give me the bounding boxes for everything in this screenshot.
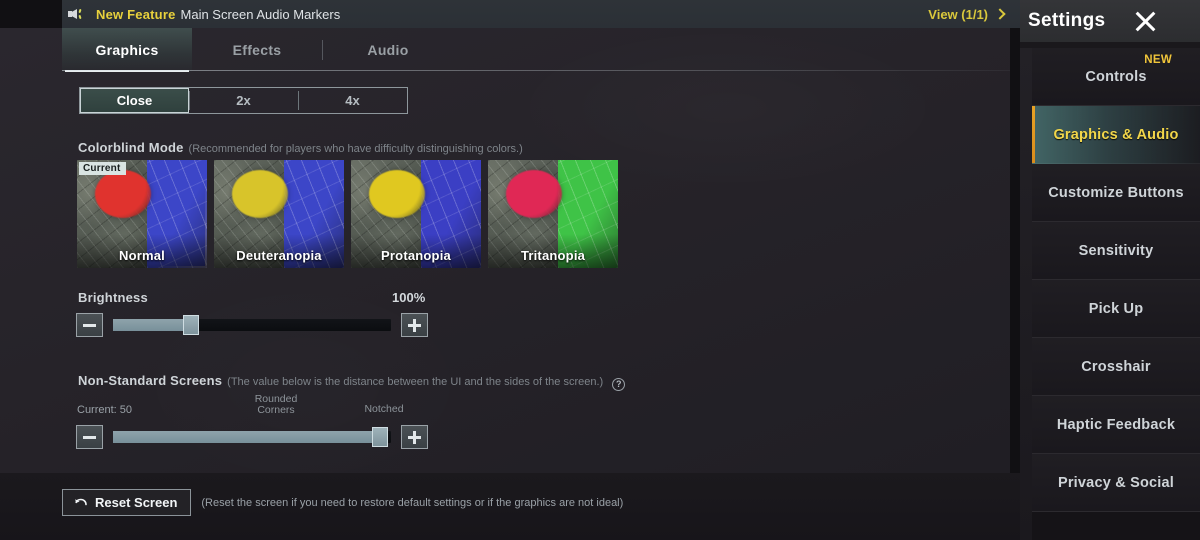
sidebar-item-label: Sensitivity <box>1078 242 1154 259</box>
sidebar-item-customize-buttons[interactable]: Customize Buttons <box>1032 164 1200 222</box>
sidebar-item-pick-up[interactable]: Pick Up <box>1032 280 1200 338</box>
non-standard-right-mark: Notched <box>364 403 404 415</box>
settings-screen: New Feature Main Screen Audio Markers Vi… <box>0 0 1200 540</box>
close-icon[interactable] <box>1131 7 1159 35</box>
colorblind-option-list: Current Normal Deuteranopia Protanopia T… <box>77 160 618 268</box>
colorblind-title: Colorblind Mode <box>78 140 184 155</box>
sidebar-item-privacy-social[interactable]: Privacy & Social <box>1032 454 1200 512</box>
tab-audio[interactable]: Audio <box>323 28 453 72</box>
colorblind-description: (Recommended for players who have diffic… <box>188 143 523 155</box>
non-standard-description: (The value below is the distance between… <box>227 376 604 388</box>
help-icon[interactable]: ? <box>612 377 626 391</box>
sidebar-header: Settings <box>1020 0 1200 42</box>
reset-screen-label: Reset Screen <box>95 495 178 510</box>
seg-2x-label: 2x <box>236 93 251 108</box>
speaker-icon <box>68 6 88 22</box>
colorblind-option-tritanopia[interactable]: Tritanopia <box>488 160 618 268</box>
colorblind-option-normal[interactable]: Current Normal <box>77 160 207 268</box>
sidebar-item-label: Customize Buttons <box>1048 184 1184 201</box>
tab-graphics-label: Graphics <box>95 42 159 58</box>
banner-view-label: View (1/1) <box>928 6 988 22</box>
brightness-plus-button[interactable] <box>401 313 428 337</box>
brightness-value: 100% <box>392 290 426 305</box>
chevron-right-icon[interactable] <box>994 8 1006 20</box>
colorblind-section-label: Colorblind Mode (Recommended for players… <box>78 140 523 155</box>
brightness-minus-button[interactable] <box>76 313 103 337</box>
colorblind-option-label: Tritanopia <box>520 248 586 263</box>
sidebar-item-haptic-feedback[interactable]: Haptic Feedback <box>1032 396 1200 454</box>
brightness-label-row: Brightness <box>78 290 148 305</box>
non-standard-plus-button[interactable] <box>401 425 428 449</box>
scope-zoom-segmented-control: Close 2x 4x <box>79 87 408 114</box>
reset-description: (Reset the screen if you need to restore… <box>201 496 624 509</box>
current-badge: Current <box>79 162 126 175</box>
non-standard-label-row: Non-Standard Screens (The value below is… <box>78 373 626 391</box>
seg-2x[interactable]: 2x <box>189 88 298 113</box>
banner-left-spacer <box>0 0 62 28</box>
tab-audio-label: Audio <box>367 42 409 58</box>
non-standard-minus-button[interactable] <box>76 425 103 449</box>
brightness-slider-row <box>76 313 428 337</box>
non-standard-current-value: Current: 50 <box>77 404 133 416</box>
new-badge: NEW <box>1144 54 1172 66</box>
seg-close[interactable]: Close <box>80 88 189 113</box>
sidebar-item-crosshair[interactable]: Crosshair <box>1032 338 1200 396</box>
seg-close-label: Close <box>116 93 153 108</box>
non-standard-slider-row <box>76 425 428 449</box>
colorblind-option-label: Protanopia <box>381 248 451 263</box>
reset-row: Reset Screen (Reset the screen if you ne… <box>62 489 623 516</box>
sidebar-item-controls[interactable]: Controls NEW <box>1032 48 1200 106</box>
colorblind-option-label: Deuteranopia <box>236 248 322 263</box>
tab-graphics[interactable]: Graphics <box>62 28 192 72</box>
sidebar-item-label: Crosshair <box>1081 358 1151 375</box>
feature-banner[interactable]: New Feature Main Screen Audio Markers Vi… <box>0 0 1022 28</box>
seg-4x-label: 4x <box>345 93 360 108</box>
colorblind-option-label: Normal <box>119 248 165 263</box>
sidebar-item-label: Privacy & Social <box>1057 474 1175 491</box>
reset-screen-button[interactable]: Reset Screen <box>62 489 192 516</box>
graphics-tab-bar: Graphics Effects Audio <box>62 28 1010 72</box>
tab-effects[interactable]: Effects <box>192 28 322 72</box>
sidebar-item-sensitivity[interactable]: Sensitivity <box>1032 222 1200 280</box>
brightness-slider-track[interactable] <box>113 315 391 335</box>
banner-text: Main Screen Audio Markers <box>180 6 341 22</box>
non-standard-title: Non-Standard Screens <box>78 373 223 388</box>
sidebar-item-label: Pick Up <box>1088 300 1144 317</box>
sidebar-item-list: Controls NEW Graphics & Audio Customize … <box>1020 48 1200 512</box>
settings-sidebar: Settings Controls NEW Graphics & Audio C… <box>1020 0 1200 540</box>
colorblind-option-protanopia[interactable]: Protanopia <box>351 160 481 268</box>
tab-effects-label: Effects <box>232 42 282 58</box>
undo-arrow-icon <box>74 496 88 509</box>
sidebar-title: Settings <box>1028 10 1106 31</box>
non-standard-left-mark: Rounded Corners <box>254 393 298 416</box>
non-standard-slider-track[interactable] <box>113 427 391 447</box>
sidebar-item-label: Graphics & Audio <box>1053 126 1179 143</box>
sidebar-item-label: Controls <box>1085 68 1147 85</box>
brightness-label: Brightness <box>78 290 148 305</box>
tab-underline <box>62 70 1010 71</box>
seg-4x[interactable]: 4x <box>298 88 407 113</box>
sidebar-item-graphics-audio[interactable]: Graphics & Audio <box>1032 106 1200 164</box>
sidebar-item-label: Haptic Feedback <box>1056 416 1176 433</box>
colorblind-option-deuteranopia[interactable]: Deuteranopia <box>214 160 344 268</box>
banner-view-control[interactable]: View (1/1) <box>928 7 1022 22</box>
banner-new-tag: New Feature <box>96 6 176 22</box>
